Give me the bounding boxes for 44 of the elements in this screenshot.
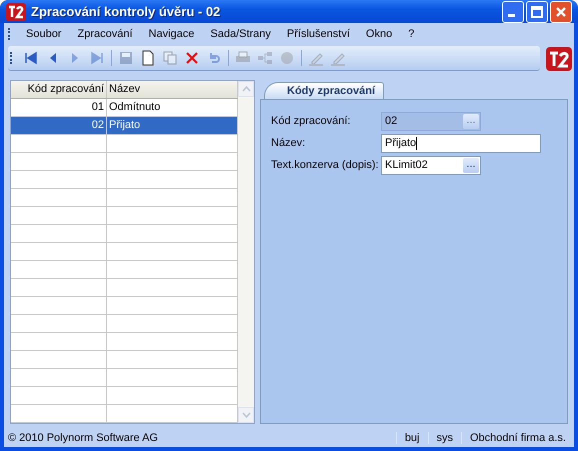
scroll-up-icon[interactable] <box>238 81 254 97</box>
window-title: Zpracování kontroly úvěru - 02 <box>31 4 222 19</box>
first-icon <box>23 50 39 66</box>
tree-icon <box>257 50 273 66</box>
minimize-button[interactable] <box>502 0 524 22</box>
new-document-icon <box>140 50 156 66</box>
table-row[interactable]: 02 Přijato <box>11 117 238 135</box>
menu-item[interactable]: ? <box>400 28 422 40</box>
circle-icon <box>279 50 295 66</box>
logo-icon <box>6 2 26 20</box>
status-text: buj <box>396 432 428 444</box>
maximize-button[interactable] <box>526 0 548 22</box>
field-label: Text.konzerva (dopis): <box>271 159 380 171</box>
grip-icon <box>8 28 12 40</box>
menu-item[interactable]: Navigace <box>140 28 202 40</box>
scrollbar[interactable] <box>238 81 254 423</box>
menu-item[interactable]: Okno <box>358 28 400 40</box>
input-field[interactable]: Přijato <box>381 134 541 152</box>
logo-icon <box>546 46 572 70</box>
copy-icon <box>162 50 178 66</box>
status-text: © 2010 Polynorm Software AG <box>7 432 159 444</box>
table-cell: 01 <box>11 99 107 116</box>
field-label: Název: <box>271 137 306 149</box>
table-cell: 02 <box>11 117 107 134</box>
menu-item[interactable]: Sada/Strany <box>202 28 279 40</box>
last-icon <box>89 50 105 66</box>
maximize-icon <box>531 6 543 18</box>
browse-button[interactable]: ... <box>463 158 479 172</box>
close-button[interactable] <box>550 0 572 22</box>
status-text: sys <box>428 432 461 444</box>
menu-item[interactable]: Zpracování <box>69 28 141 40</box>
close-icon <box>555 6 567 18</box>
grip-icon <box>10 52 14 64</box>
menu-item[interactable]: Příslušenství <box>278 28 358 40</box>
column-header[interactable]: Kód zpracování <box>11 81 107 98</box>
menu-item[interactable]: Soubor <box>18 28 70 40</box>
minimize-icon <box>508 14 514 17</box>
tab[interactable]: Kódy zpracování <box>264 82 384 99</box>
scroll-down-icon[interactable] <box>238 407 254 423</box>
status-text: Obchodní firma a.s. <box>461 432 574 444</box>
save-icon <box>118 50 134 66</box>
lookup-field[interactable]: KLimit02 ... <box>381 156 481 174</box>
field-label: Kód zpracování: <box>271 115 352 127</box>
close-icon <box>184 50 200 66</box>
